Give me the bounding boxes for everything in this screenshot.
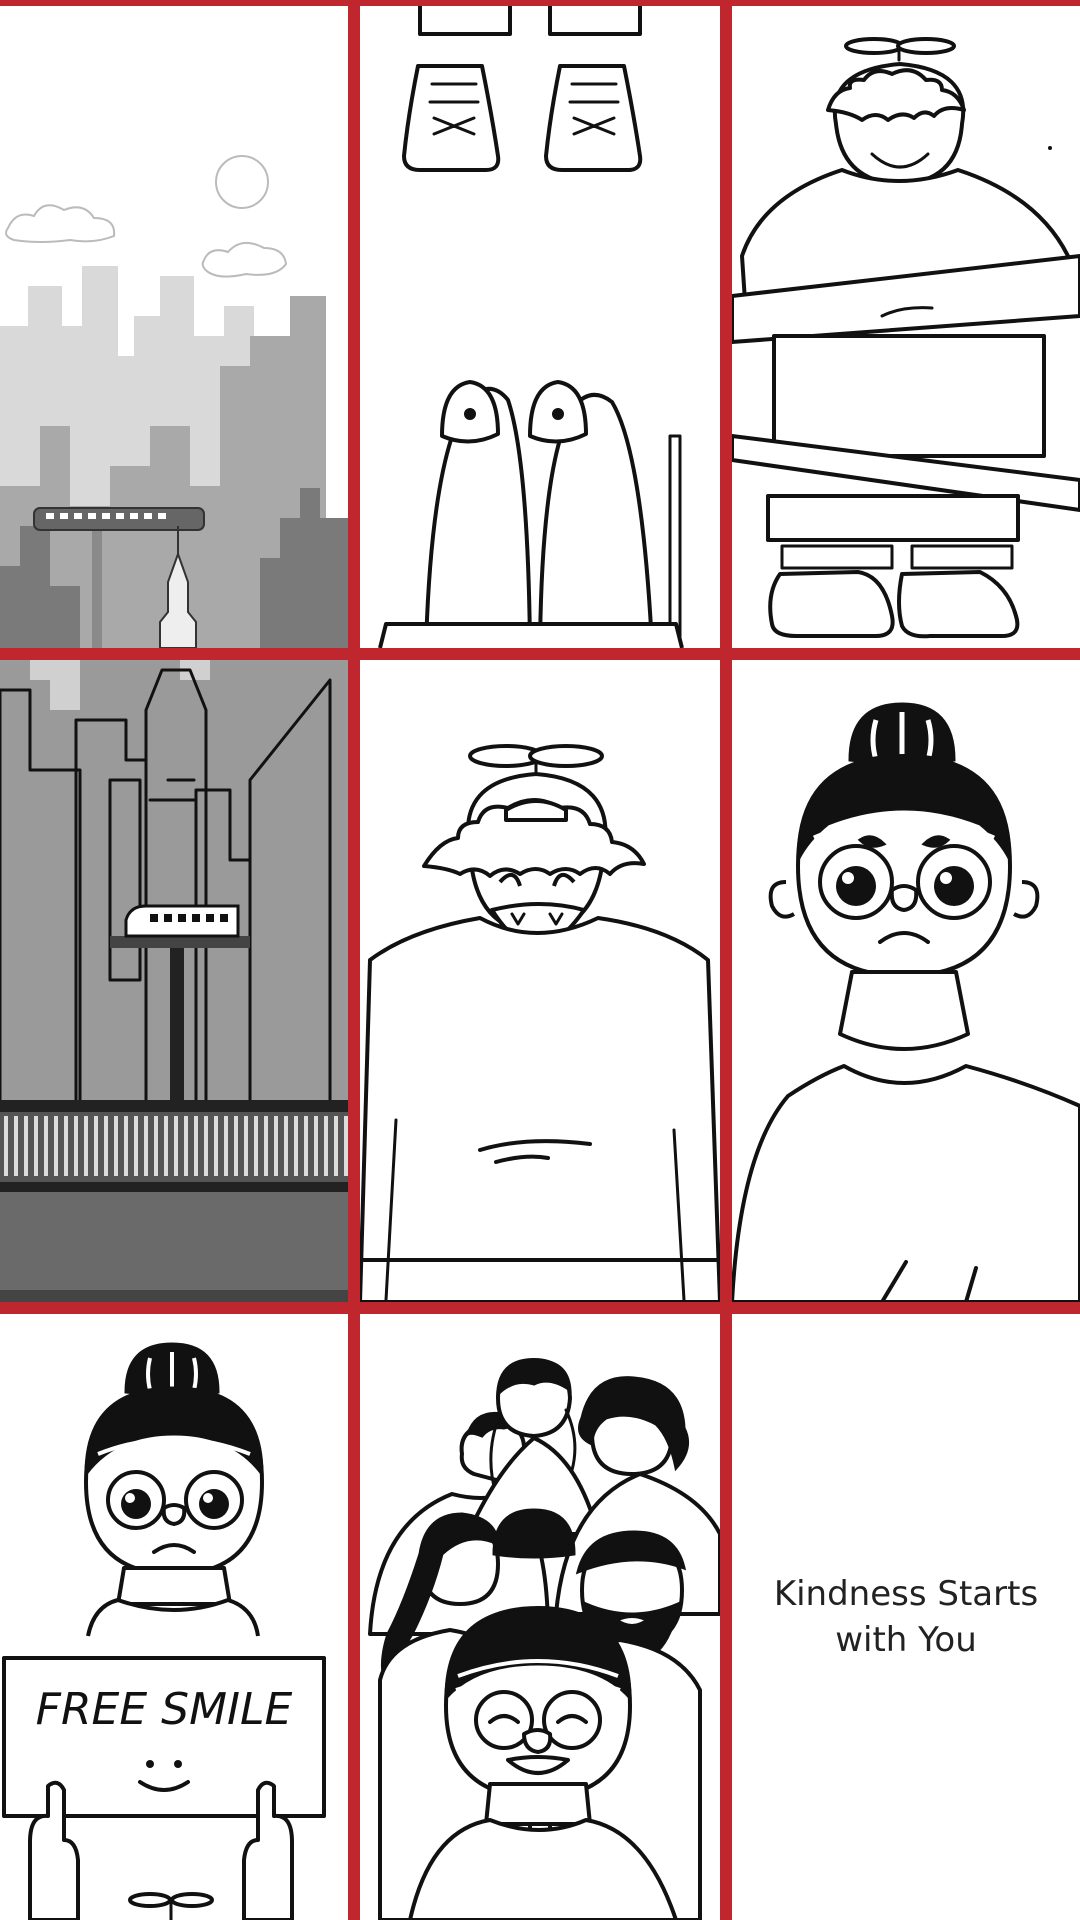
city-bridge-illustration — [0, 660, 348, 1302]
panel-feet — [360, 6, 720, 648]
panel-glasses-kid-sign: FREE SMILE — [0, 1314, 348, 1920]
panel-glasses-kid-frowning — [732, 660, 1080, 1302]
sign-text: FREE SMILE — [36, 1684, 293, 1735]
panel-propeller-kid-laughing — [360, 660, 720, 1302]
panel-group-of-friends — [360, 1314, 720, 1920]
closing-caption: Kindness Starts with You — [773, 1574, 1039, 1660]
glasses-kid-frowning-illustration — [732, 702, 1080, 1302]
propeller-kid-strips-illustration — [732, 37, 1080, 639]
propeller-kid-laughing-illustration — [360, 744, 720, 1302]
glasses-kid-sign-illustration: FREE SMILE — [2, 1342, 326, 1920]
panel-propeller-kid-strips — [732, 6, 1080, 648]
feet-illustration — [378, 6, 684, 648]
group-of-friends-illustration — [368, 1358, 720, 1920]
panel-closing-caption: Kindness Starts with You — [732, 1314, 1080, 1920]
caption-container: Kindness Starts with You — [732, 1314, 1080, 1920]
panel-city-bridge — [0, 660, 348, 1302]
panel-city-skyline — [0, 6, 348, 648]
city-skyline-illustration — [0, 155, 348, 648]
